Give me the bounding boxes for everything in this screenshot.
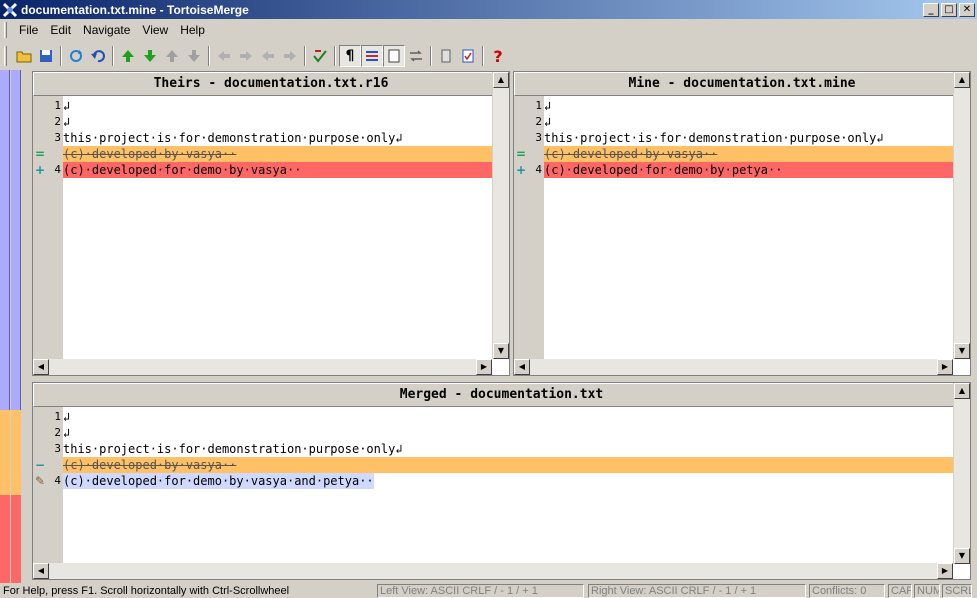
merged-pane-header: Merged - documentation.txt (33, 383, 970, 407)
settings-icon[interactable] (457, 45, 479, 67)
text-line[interactable]: ↲ (544, 114, 953, 130)
plus-marker-icon: + (516, 163, 527, 177)
mine-pane: Mine - documentation.txt.mine 1 2 3 = +4… (513, 71, 971, 376)
text-line[interactable]: ↲ (544, 98, 953, 114)
switch-left-right-icon[interactable] (405, 45, 427, 67)
theirs-vertical-scrollbar[interactable]: ▲ ▼ (492, 72, 509, 359)
whitespace-toggle-icon[interactable]: ¶ (339, 45, 361, 67)
mine-pane-header: Mine - documentation.txt.mine (514, 72, 970, 96)
scroll-up-icon[interactable]: ▲ (954, 383, 970, 399)
menu-file[interactable]: File (13, 23, 44, 37)
use-mine-icon[interactable] (235, 45, 257, 67)
equal-marker-icon: = (516, 147, 527, 161)
text-line[interactable]: ↲ (63, 425, 953, 441)
maximize-button[interactable]: □ (941, 2, 957, 17)
theirs-line-numbers: 1 2 3 = +4 (35, 99, 61, 177)
use-mine-then-theirs-icon[interactable] (279, 45, 301, 67)
window-title: documentation.txt.mine - TortoiseMerge (21, 2, 249, 17)
text-line[interactable]: ↲ (63, 114, 492, 130)
removed-line[interactable]: (c)·developed·by·vasya·· (544, 146, 953, 162)
menu-grip[interactable] (4, 22, 7, 38)
prev-conflict-icon[interactable] (161, 45, 183, 67)
scroll-left-icon[interactable]: ◀ (33, 563, 49, 579)
theirs-text[interactable]: ↲ ↲ this·project·is·for·demonstration·pu… (63, 98, 492, 178)
status-left-view: Left View: ASCII CRLF / - 1 / + 1 (377, 584, 584, 598)
text-line[interactable]: this·project·is·for·demonstration·purpos… (63, 130, 492, 146)
title-bar: documentation.txt.mine - TortoiseMerge _… (0, 0, 977, 19)
merged-horizontal-scrollbar[interactable]: ◀ ▶ (33, 563, 953, 579)
status-bar: For Help, press F1. Scroll horizontally … (0, 583, 977, 598)
status-num: NUM (914, 584, 940, 598)
merged-pane: Merged - documentation.txt 1 2 3 − ✎ 4 ↲ … (32, 382, 971, 580)
mine-horizontal-scrollbar[interactable]: ◀ ▶ (514, 359, 953, 375)
undo-icon[interactable] (87, 45, 109, 67)
conflict-line[interactable]: (c)·developed·for·demo·by·vasya·· (63, 162, 492, 178)
scroll-up-icon[interactable]: ▲ (493, 72, 509, 88)
reload-icon[interactable] (65, 45, 87, 67)
save-icon[interactable] (35, 45, 57, 67)
plus-marker-icon: + (35, 163, 46, 177)
equal-marker-icon: = (35, 147, 46, 161)
menu-bar: File Edit Navigate View Help (0, 19, 977, 41)
menu-edit[interactable]: Edit (44, 23, 77, 37)
theirs-pane: Theirs - documentation.txt.r16 1 2 3 = +… (32, 71, 510, 376)
mark-resolved-icon[interactable] (309, 45, 331, 67)
use-theirs-then-mine-icon[interactable] (257, 45, 279, 67)
help-icon[interactable]: ? (487, 45, 509, 67)
mine-text[interactable]: ↲ ↲ this·project·is·for·demonstration·pu… (544, 98, 953, 178)
prev-difference-icon[interactable] (117, 45, 139, 67)
removed-line[interactable]: (c)·developed·by·vasya·· (63, 457, 953, 473)
scroll-right-icon[interactable]: ▶ (937, 563, 953, 579)
close-button[interactable]: ✕ (959, 2, 975, 17)
scroll-right-icon[interactable]: ▶ (476, 359, 492, 375)
menu-view[interactable]: View (136, 23, 174, 37)
status-right-view: Right View: ASCII CRLF / - 1 / + 1 (588, 584, 806, 598)
scroll-down-icon[interactable]: ▼ (954, 343, 970, 359)
status-scrl: SCRL (942, 584, 972, 598)
locator-bar-left[interactable] (0, 70, 10, 583)
scroll-up-icon[interactable]: ▲ (954, 72, 970, 88)
minus-marker-icon: − (35, 458, 46, 472)
scroll-down-icon[interactable]: ▼ (493, 343, 509, 359)
minimize-button[interactable]: _ (923, 2, 939, 17)
scroll-left-icon[interactable]: ◀ (514, 359, 530, 375)
scroll-right-icon[interactable]: ▶ (937, 359, 953, 375)
locator-separator (22, 70, 32, 583)
merged-line-numbers: 1 2 3 − ✎ 4 (35, 410, 61, 488)
edited-line[interactable]: (c)·developed·for·demo·by·vasya·and·pety… (63, 473, 374, 489)
theirs-horizontal-scrollbar[interactable]: ◀ ▶ (33, 359, 492, 375)
conflict-line[interactable]: (c)·developed·for·demo·by·petya·· (544, 162, 953, 178)
mine-line-numbers: 1 2 3 = +4 (516, 99, 542, 177)
open-icon[interactable] (13, 45, 35, 67)
next-conflict-icon[interactable] (183, 45, 205, 67)
toolbar: ¶ ? (0, 43, 520, 69)
text-line[interactable]: ↲ (63, 98, 492, 114)
scroll-down-icon[interactable]: ▼ (954, 548, 970, 564)
scroll-left-icon[interactable]: ◀ (33, 359, 49, 375)
toolbar-grip[interactable] (4, 46, 7, 66)
use-theirs-icon[interactable] (213, 45, 235, 67)
text-line[interactable]: ↲ (63, 409, 953, 425)
merged-text[interactable]: ↲ ↲ this·project·is·for·demonstration·pu… (63, 409, 953, 489)
status-cap: CAP (888, 584, 912, 598)
status-help-text: For Help, press F1. Scroll horizontally … (3, 585, 290, 597)
menu-help[interactable]: Help (174, 23, 211, 37)
locator-bar-right[interactable] (11, 70, 21, 583)
mine-vertical-scrollbar[interactable]: ▲ ▼ (953, 72, 970, 359)
theirs-pane-header: Theirs - documentation.txt.r16 (33, 72, 509, 96)
patch-list-icon[interactable] (435, 45, 457, 67)
menu-navigate[interactable]: Navigate (77, 23, 136, 37)
tortoise-app-icon (2, 2, 18, 18)
edited-marker-icon: ✎ (35, 474, 46, 488)
one-pane-view-icon[interactable] (383, 45, 405, 67)
next-difference-icon[interactable] (139, 45, 161, 67)
removed-line[interactable]: (c)·developed·by·vasya·· (63, 146, 492, 162)
status-conflicts: Conflicts: 0 (809, 584, 885, 598)
text-line[interactable]: this·project·is·for·demonstration·purpos… (544, 130, 953, 146)
text-line[interactable]: this·project·is·for·demonstration·purpos… (63, 441, 953, 457)
inline-diff-icon[interactable] (361, 45, 383, 67)
merged-vertical-scrollbar[interactable]: ▲ ▼ (953, 383, 970, 564)
